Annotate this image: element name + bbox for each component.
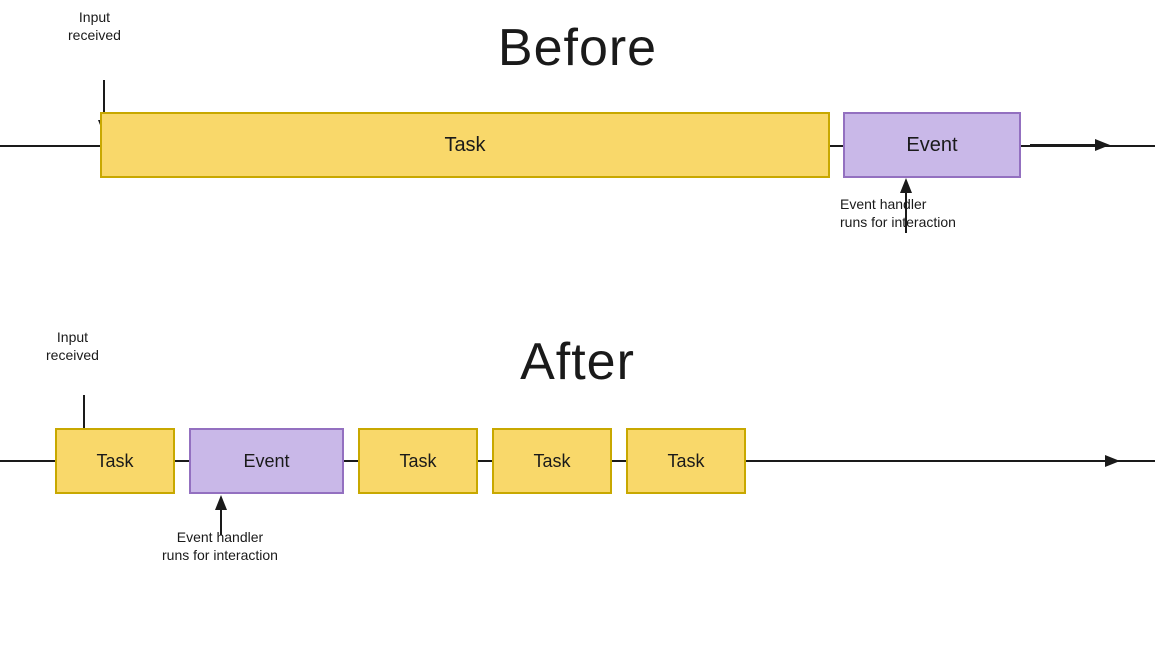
task-block-after-1: Task bbox=[55, 428, 175, 494]
input-label-after: Input received bbox=[46, 328, 99, 364]
task-block-after-2: Task bbox=[358, 428, 478, 494]
arrow-right-before bbox=[1030, 137, 1110, 153]
before-title: Before bbox=[498, 18, 657, 78]
connector-4 bbox=[612, 460, 626, 462]
diagram-container: Before Input received Task Event Event bbox=[0, 0, 1155, 647]
event-handler-label-before: Event handler runs for interaction bbox=[840, 195, 956, 231]
connector-3 bbox=[478, 460, 492, 462]
input-label-before: Input received bbox=[68, 8, 121, 44]
connector-1 bbox=[175, 460, 189, 462]
event-block-after: Event bbox=[189, 428, 344, 494]
event-block-before: Event bbox=[843, 112, 1021, 178]
event-handler-label-after: Event handler runs for interaction bbox=[162, 528, 278, 564]
blocks-row-after: Task Event Task Task Task bbox=[55, 428, 746, 494]
arrow-right-after bbox=[1040, 453, 1120, 469]
task-block-after-4: Task bbox=[626, 428, 746, 494]
task-block-after-3: Task bbox=[492, 428, 612, 494]
task-block-before: Task bbox=[100, 112, 830, 178]
after-title: After bbox=[520, 332, 635, 392]
connector-2 bbox=[344, 460, 358, 462]
